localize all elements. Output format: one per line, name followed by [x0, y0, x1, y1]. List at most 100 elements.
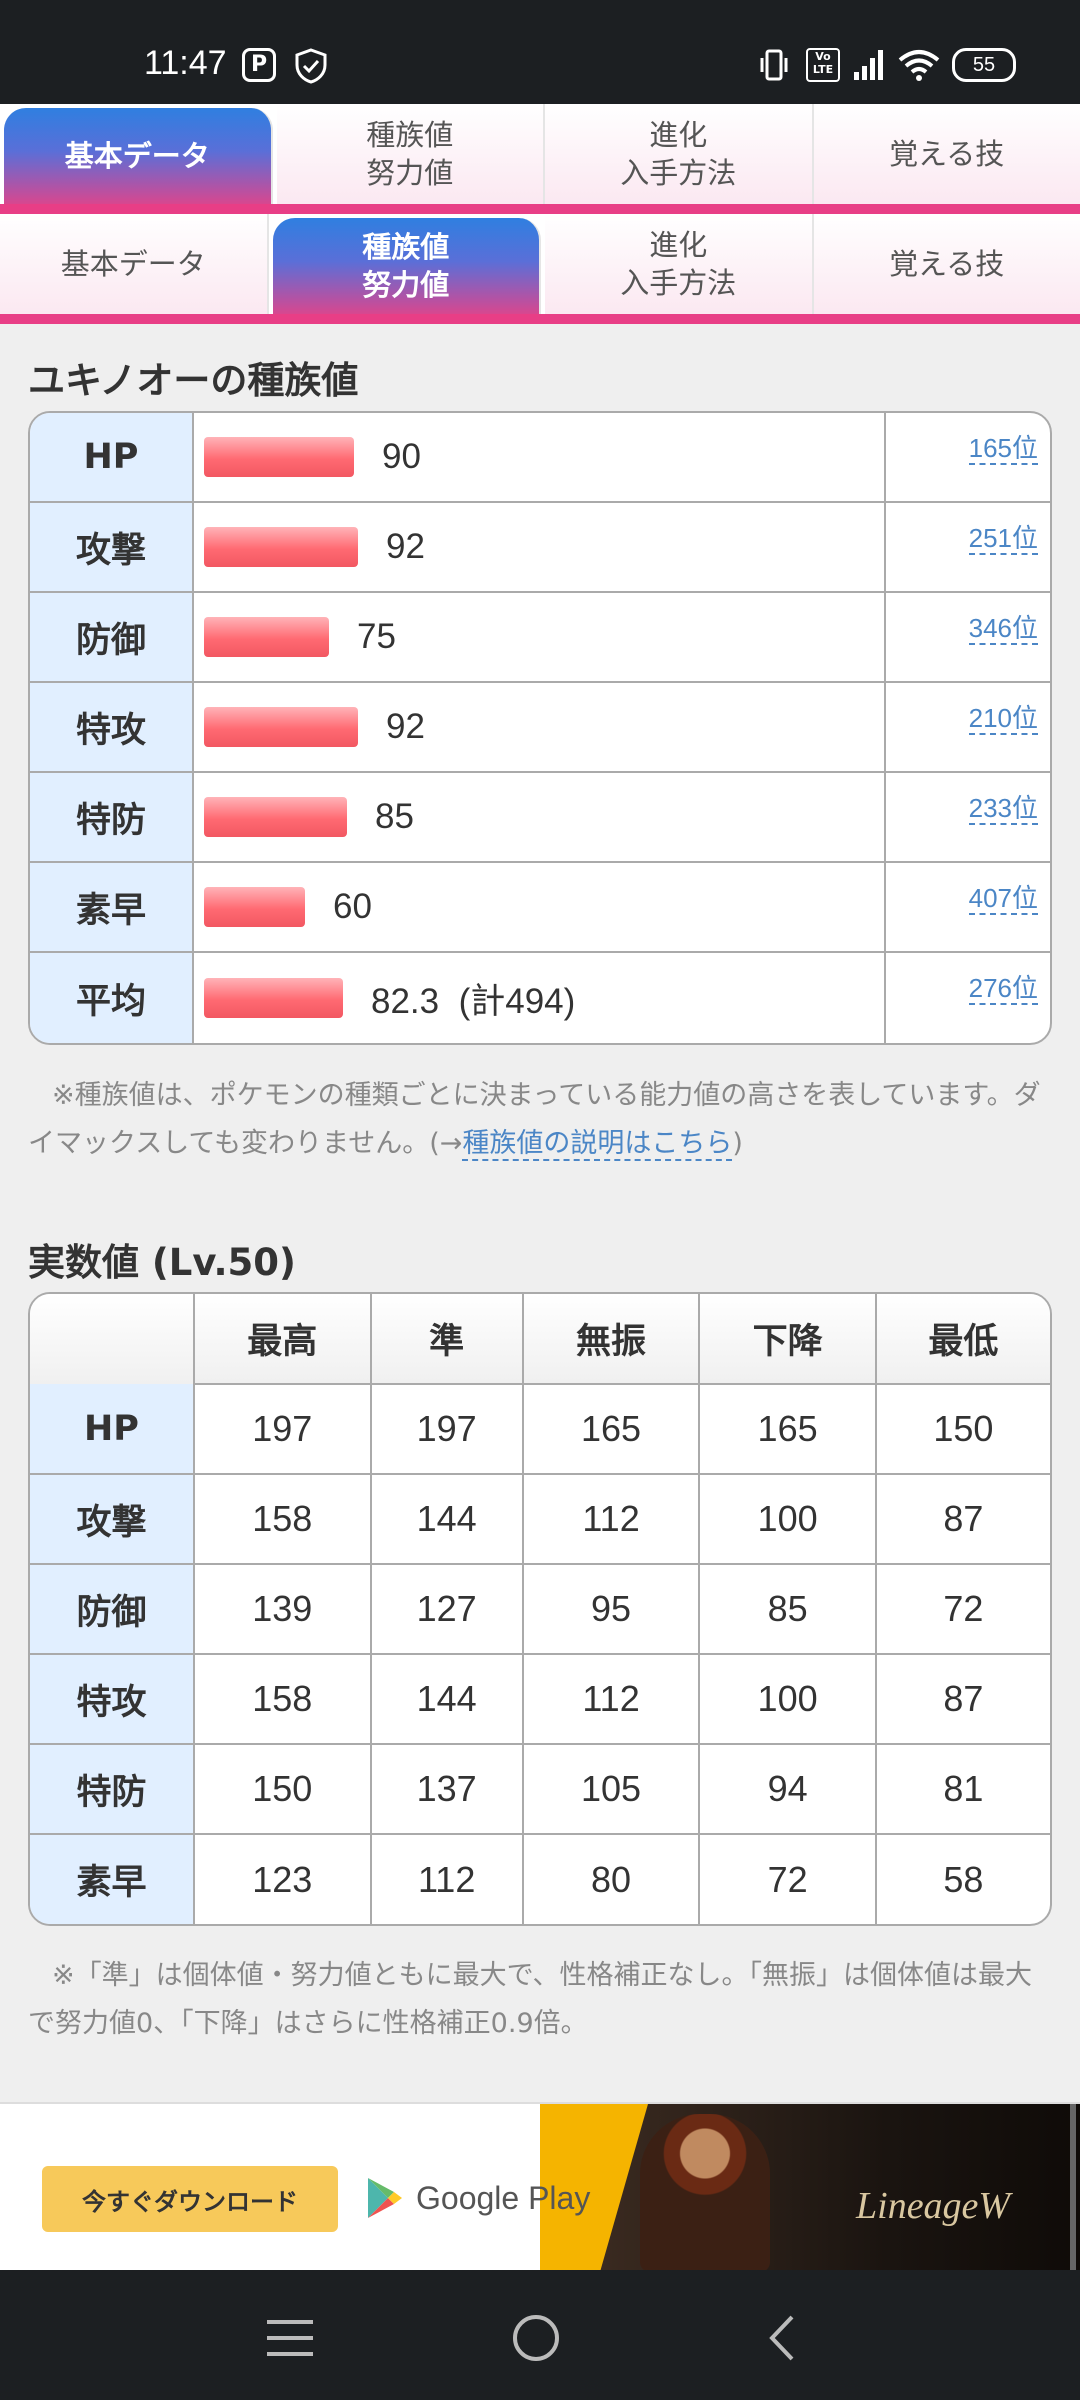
stat-value: 75: [357, 617, 396, 656]
stat-value: 92: [386, 527, 425, 566]
stat-rank-link[interactable]: 251位: [968, 523, 1038, 555]
tab-base-stats[interactable]: 種族値 努力値: [276, 104, 545, 204]
signal-icon: [852, 48, 886, 82]
ad-scrollbar: [1070, 2104, 1076, 2270]
stat-rank-link[interactable]: 346位: [968, 613, 1038, 645]
column-header: 無振: [521, 1294, 701, 1384]
stat-row: 攻撃 92 251位: [30, 503, 1050, 593]
table-cell: 150: [874, 1383, 1050, 1475]
paypay-notification-icon: P: [242, 48, 276, 82]
table-cell: 80: [521, 1833, 701, 1924]
ad-download-button[interactable]: 今すぐダウンロード: [42, 2166, 338, 2232]
row-header: 特防: [30, 1743, 195, 1835]
table-cell: 127: [369, 1563, 524, 1655]
table-row: HP 197 197 165 165 150: [30, 1383, 1050, 1475]
stat-row: 防御 75 346位: [30, 593, 1050, 683]
tab-base-stats-2[interactable]: 種族値 努力値: [272, 218, 541, 314]
stat-rank-link[interactable]: 407位: [968, 883, 1038, 915]
table-cell: 150: [193, 1743, 372, 1835]
home-circle-icon: [513, 2315, 559, 2361]
table-cell: 100: [698, 1473, 877, 1565]
table-row: 特防 150 137 105 94 81: [30, 1743, 1050, 1835]
table-cell: 94: [698, 1743, 877, 1835]
column-header: 下降: [698, 1294, 877, 1384]
stat-rank-link[interactable]: 233位: [968, 793, 1038, 825]
battery-icon: 55: [952, 48, 1016, 82]
table-cell: 139: [193, 1563, 372, 1655]
stat-bar: [204, 617, 329, 657]
menu-icon: [267, 2320, 313, 2356]
table-header-row: 最高 準 無振 下降 最低: [30, 1294, 1050, 1384]
recents-button[interactable]: [260, 2310, 320, 2366]
table-cell: 95: [521, 1563, 701, 1655]
stat-value: 85: [375, 797, 414, 836]
table-cell: 112: [369, 1833, 524, 1924]
back-chevron-icon: [769, 2315, 794, 2361]
home-button[interactable]: [506, 2310, 566, 2366]
base-stats-table: HP 90 165位 攻撃 92 251位 防御 75 346位 特攻 92 2…: [28, 411, 1052, 1045]
status-time: 11:47: [144, 44, 227, 82]
stat-label: 防御: [30, 593, 194, 681]
table-cell: 72: [874, 1563, 1050, 1655]
stat-row: 特防 85 233位: [30, 773, 1050, 863]
stat-rank-link[interactable]: 165位: [968, 433, 1038, 465]
google-play-badge[interactable]: Google Play: [364, 2176, 590, 2220]
stat-bar: [204, 797, 347, 837]
table-cell: 197: [193, 1383, 372, 1475]
stat-label: 平均: [30, 953, 194, 1043]
real-stats-title: 実数値 (Lv.50): [28, 1241, 296, 1284]
table-cell: 197: [369, 1383, 524, 1475]
stat-bar: [204, 527, 358, 567]
stat-rank-link[interactable]: 210位: [968, 703, 1038, 735]
column-header-empty: [30, 1294, 195, 1384]
tab-basic-data[interactable]: 基本データ: [4, 108, 273, 204]
stat-label: 特防: [30, 773, 194, 861]
row-header: 素早: [30, 1833, 195, 1924]
base-stats-title: ユキノオーの種族値: [28, 359, 359, 402]
wifi-icon: [898, 48, 940, 82]
table-row: 攻撃 158 144 112 100 87: [30, 1473, 1050, 1565]
system-nav-bar: [0, 2270, 1080, 2400]
row-header: 攻撃: [30, 1473, 195, 1565]
shield-check-icon: [294, 48, 328, 84]
table-cell: 144: [369, 1653, 524, 1745]
top-tab-bar: 基本データ 種族値 努力値 進化 入手方法 覚える技: [0, 104, 1080, 214]
stat-value: 60: [333, 887, 372, 926]
real-stats-table: 最高 準 無振 下降 最低 HP 197 197 165 165 150 攻撃 …: [28, 1292, 1052, 1926]
table-cell: 81: [874, 1743, 1050, 1835]
base-stats-note: ※種族値は、ポケモンの種類ごとに決まっている能力値の高さを表しています。ダイマッ…: [28, 1080, 1041, 1161]
stat-value: 82.3 (計494): [371, 981, 576, 1021]
base-stats-help-link[interactable]: 種族値の説明はこちら: [462, 1128, 733, 1161]
stat-label: 素早: [30, 863, 194, 951]
stat-bar: [204, 978, 343, 1018]
column-header: 最低: [874, 1294, 1050, 1384]
table-cell: 144: [369, 1473, 524, 1565]
stat-rank-link[interactable]: 276位: [968, 973, 1038, 1005]
google-play-label: Google Play: [416, 2179, 591, 2216]
column-header: 最高: [193, 1294, 372, 1384]
tab-evolution-2[interactable]: 進化 入手方法: [545, 214, 814, 314]
ad-character-image: [640, 2114, 770, 2270]
table-cell: 137: [369, 1743, 524, 1835]
row-header: HP: [30, 1384, 195, 1475]
back-button[interactable]: [752, 2310, 812, 2366]
table-row: 特攻 158 144 112 100 87: [30, 1653, 1050, 1745]
tab-moves-2[interactable]: 覚える技: [813, 214, 1080, 314]
stat-label: HP: [30, 413, 194, 501]
ad-banner[interactable]: 今すぐダウンロード Google Play LineageW: [0, 2102, 1080, 2270]
row-header: 特攻: [30, 1653, 195, 1745]
table-row: 素早 123 112 80 72 58: [30, 1833, 1050, 1924]
table-cell: 87: [874, 1653, 1050, 1745]
tab-evolution[interactable]: 進化 入手方法: [545, 104, 814, 204]
volte-icon: Vo LTE: [806, 48, 840, 82]
stat-row: HP 90 165位: [30, 413, 1050, 503]
tab-basic-data-2[interactable]: 基本データ: [0, 214, 269, 314]
table-cell: 158: [193, 1653, 372, 1745]
tab-moves[interactable]: 覚える技: [813, 104, 1080, 204]
stat-row: 特攻 92 210位: [30, 683, 1050, 773]
table-cell: 100: [698, 1653, 877, 1745]
ad-brand-logo: LineageW: [856, 2185, 1011, 2227]
stat-bar: [204, 707, 358, 747]
table-cell: 165: [698, 1383, 877, 1475]
table-cell: 85: [698, 1563, 877, 1655]
